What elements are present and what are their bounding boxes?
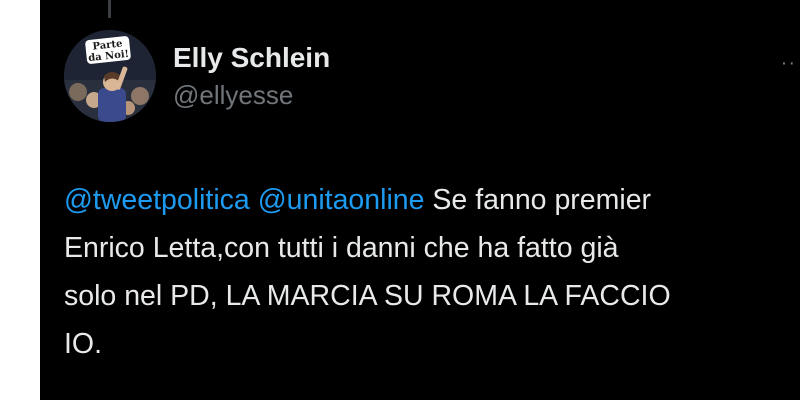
mention-link[interactable]: @unitaonline xyxy=(258,184,425,216)
tweet-line-1: @tweetpolitica @unitaonline Se fanno pre… xyxy=(64,176,800,224)
thread-connector-line xyxy=(108,0,111,18)
tweet-line-1-text: Se fanno premier xyxy=(432,184,652,216)
tweet-text: @tweetpolitica @unitaonline Se fanno pre… xyxy=(64,176,800,368)
screenshot-frame: ·· Parte da Noi! Elly Schlein @ellyesse xyxy=(0,0,800,400)
more-options-icon[interactable]: ·· xyxy=(781,52,796,75)
mention-link[interactable]: @tweetpolitica xyxy=(64,184,250,216)
tweet-card[interactable]: ·· Parte da Noi! Elly Schlein @ellyesse xyxy=(40,0,800,400)
avatar-image: Parte da Noi! xyxy=(64,30,156,122)
tweet-line-3: solo nel PD, LA MARCIA SU ROMA LA FACCIO xyxy=(64,280,671,312)
avatar[interactable]: Parte da Noi! xyxy=(64,30,156,122)
author-handle[interactable]: @ellyesse xyxy=(173,80,293,111)
author-display-name[interactable]: Elly Schlein xyxy=(173,42,330,74)
tweet-line-2: Enrico Letta,con tutti i danni che ha fa… xyxy=(64,232,619,264)
tweet-line-4: IO. xyxy=(64,328,103,360)
